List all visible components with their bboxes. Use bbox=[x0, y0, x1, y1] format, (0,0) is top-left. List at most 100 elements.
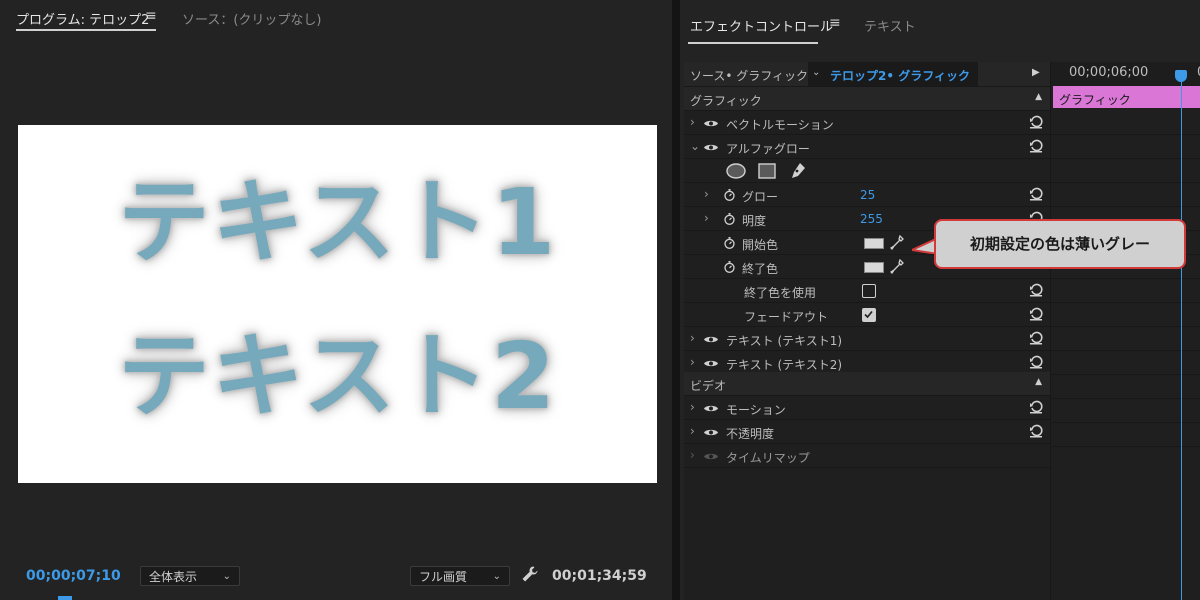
eye-icon[interactable] bbox=[704, 335, 718, 344]
clip-selector-bar: ソース• グラフィック ⌄ テロップ2• グラフィック ▶ bbox=[684, 62, 1050, 87]
collapse-triangle-icon[interactable]: ▲ bbox=[1035, 92, 1042, 102]
property-row-glow[interactable]: › グロー 25 bbox=[684, 183, 1050, 207]
timeline-row-line bbox=[1051, 158, 1200, 159]
reset-icon[interactable] bbox=[1029, 354, 1043, 370]
expand-chevron-icon[interactable]: › bbox=[690, 400, 695, 414]
timeline-row-line bbox=[1051, 422, 1200, 423]
zoom-level-select[interactable]: 全体表示 ⌄ bbox=[140, 566, 240, 586]
eyedropper-icon[interactable] bbox=[890, 259, 904, 275]
effect-row-opacity[interactable]: › 不透明度 bbox=[684, 420, 1050, 444]
timeline-row-line bbox=[1051, 446, 1200, 447]
use-end-color-checkbox[interactable] bbox=[862, 284, 876, 298]
effect-controls-panel: エフェクトコントロール ≡ テキスト ソース• グラフィック ⌄ テロップ2• … bbox=[680, 0, 1200, 600]
end-color-swatch[interactable] bbox=[864, 262, 884, 273]
reset-icon[interactable] bbox=[1029, 114, 1043, 130]
timeline-row-line bbox=[1051, 350, 1200, 351]
eye-icon[interactable] bbox=[704, 404, 718, 413]
effect-controls-tabs: エフェクトコントロール ≡ テキスト bbox=[680, 0, 1200, 50]
callout-annotation: 初期設定の色は薄いグレー bbox=[934, 219, 1186, 269]
playback-quality-select[interactable]: フル画質 ⌄ bbox=[410, 566, 510, 586]
ellipse-mask-icon[interactable] bbox=[726, 163, 746, 179]
expand-chevron-icon[interactable]: › bbox=[704, 187, 709, 201]
playhead-marker[interactable] bbox=[58, 596, 72, 600]
expand-chevron-icon[interactable]: › bbox=[690, 448, 695, 462]
property-row-use-end-color[interactable]: 終了色を使用 bbox=[684, 279, 1050, 303]
play-icon[interactable]: ▶ bbox=[1032, 67, 1040, 78]
reset-icon[interactable] bbox=[1029, 282, 1043, 298]
timeline-row-line bbox=[1051, 278, 1200, 279]
timeline-playhead-handle[interactable] bbox=[1175, 70, 1187, 82]
property-label: 開始色 bbox=[742, 238, 779, 252]
callout-text: 初期設定の色は薄いグレー bbox=[969, 235, 1150, 253]
collapse-chevron-icon[interactable]: ⌄ bbox=[690, 139, 700, 153]
effect-label: ベクトルモーション bbox=[726, 118, 834, 132]
timeline-row-line bbox=[1051, 302, 1200, 303]
reset-icon[interactable] bbox=[1029, 306, 1043, 322]
effect-row-motion[interactable]: › モーション bbox=[684, 396, 1050, 420]
effect-label: テキスト (テキスト1) bbox=[726, 334, 843, 348]
eye-icon[interactable] bbox=[704, 119, 718, 128]
wrench-icon[interactable] bbox=[520, 564, 540, 584]
effect-row-vector-motion[interactable]: › ベクトルモーション bbox=[684, 111, 1050, 135]
property-row-fade-out[interactable]: フェードアウト bbox=[684, 303, 1050, 327]
current-timecode[interactable]: 00;00;07;10 bbox=[26, 568, 121, 584]
section-video[interactable]: ビデオ ▲ bbox=[684, 372, 1050, 396]
effect-row-text-1[interactable]: › テキスト (テキスト1) bbox=[684, 327, 1050, 351]
expand-chevron-icon[interactable]: › bbox=[704, 211, 709, 225]
reset-icon[interactable] bbox=[1029, 423, 1043, 439]
property-value-brightness[interactable]: 255 bbox=[860, 212, 883, 226]
effect-timeline[interactable]: 00;00;06;00 0 グラフィック bbox=[1050, 62, 1200, 600]
reset-icon[interactable] bbox=[1029, 138, 1043, 154]
duration-timecode: 00;01;34;59 bbox=[552, 568, 647, 584]
timeline-playhead-line[interactable] bbox=[1181, 70, 1182, 600]
section-graphic[interactable]: グラフィック ▲ bbox=[684, 87, 1050, 111]
panel-menu-icon[interactable]: ≡ bbox=[145, 8, 157, 24]
reset-icon[interactable] bbox=[1029, 399, 1043, 415]
effect-row-time-remap[interactable]: › タイムリマップ bbox=[684, 444, 1050, 468]
expand-chevron-icon[interactable]: › bbox=[690, 331, 695, 345]
program-preview-frame[interactable]: テキスト1 テキスト2 bbox=[18, 125, 657, 483]
eye-icon[interactable] bbox=[704, 143, 718, 152]
timeline-row-line bbox=[1051, 374, 1200, 375]
stopwatch-icon[interactable] bbox=[724, 213, 735, 225]
start-color-swatch[interactable] bbox=[864, 238, 884, 249]
effect-label: モーション bbox=[726, 403, 786, 417]
ruler-timecode: 00;00;06;00 bbox=[1069, 65, 1149, 80]
pen-mask-icon[interactable] bbox=[788, 162, 806, 180]
effect-row-alpha-glow[interactable]: ⌄ アルファグロー bbox=[684, 135, 1050, 159]
timeline-clip-graphic[interactable]: グラフィック bbox=[1053, 86, 1200, 108]
eye-icon[interactable] bbox=[704, 428, 718, 437]
stopwatch-icon[interactable] bbox=[724, 189, 735, 201]
collapse-triangle-icon[interactable]: ▲ bbox=[1035, 377, 1042, 387]
fade-out-checkbox[interactable] bbox=[862, 308, 876, 322]
rectangle-mask-icon[interactable] bbox=[758, 163, 776, 179]
stopwatch-icon[interactable] bbox=[724, 237, 735, 249]
clip-active-label[interactable]: テロップ2• グラフィック bbox=[830, 67, 970, 84]
tab-program[interactable]: プログラム: テロップ2 bbox=[16, 9, 149, 28]
property-value-glow[interactable]: 25 bbox=[860, 188, 875, 202]
reset-icon[interactable] bbox=[1029, 330, 1043, 346]
clip-source-label[interactable]: ソース• グラフィック bbox=[690, 67, 808, 84]
expand-chevron-icon[interactable]: › bbox=[690, 115, 695, 129]
property-label: 明度 bbox=[742, 214, 767, 228]
section-video-label: ビデオ bbox=[690, 379, 727, 393]
active-tab-indicator bbox=[16, 29, 156, 31]
chevron-down-icon[interactable]: ⌄ bbox=[812, 67, 820, 78]
checkmark-icon bbox=[864, 310, 873, 319]
tab-text[interactable]: テキスト bbox=[864, 16, 916, 35]
tab-source[interactable]: ソース：(クリップなし) bbox=[182, 9, 322, 28]
reset-icon[interactable] bbox=[1029, 186, 1043, 202]
expand-chevron-icon[interactable]: › bbox=[690, 424, 695, 438]
panel-menu-icon[interactable]: ≡ bbox=[829, 15, 841, 31]
eyedropper-icon[interactable] bbox=[890, 235, 904, 251]
effect-label: アルファグロー bbox=[726, 142, 810, 156]
stopwatch-icon[interactable] bbox=[724, 261, 735, 273]
timeline-clip-label: グラフィック bbox=[1059, 93, 1131, 107]
effect-label: 不透明度 bbox=[726, 427, 775, 441]
expand-chevron-icon[interactable]: › bbox=[690, 355, 695, 369]
eye-icon[interactable] bbox=[704, 359, 718, 368]
eye-icon[interactable] bbox=[704, 452, 718, 461]
mask-tools-row bbox=[684, 159, 1050, 183]
tab-effect-controls[interactable]: エフェクトコントロール bbox=[690, 16, 833, 35]
panel-divider[interactable] bbox=[672, 0, 680, 600]
